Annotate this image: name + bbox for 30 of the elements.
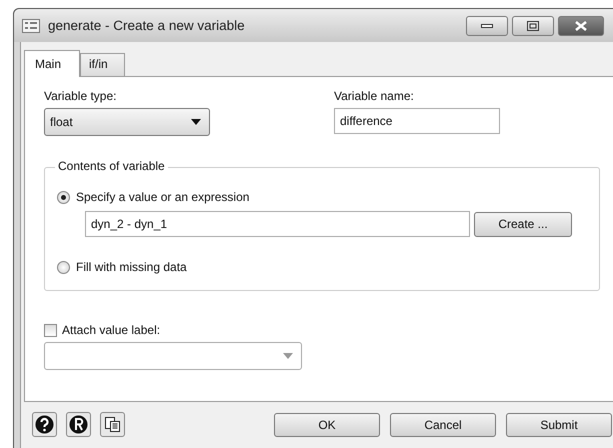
- window-title: generate - Create a new variable: [48, 18, 245, 33]
- close-button[interactable]: [558, 16, 604, 36]
- form-icon: [22, 18, 40, 32]
- group-title: Contents of variable: [55, 159, 168, 173]
- expression-field[interactable]: dyn_2 - dyn_1: [85, 211, 470, 237]
- tab[interactable]: Main: [24, 50, 80, 77]
- field-label: Variable type:: [44, 89, 118, 103]
- radio-label: Fill with missing data: [76, 260, 187, 274]
- maximize-button[interactable]: [512, 16, 554, 36]
- minimize-button[interactable]: [466, 16, 508, 36]
- dialog-button[interactable]: OK: [274, 412, 380, 436]
- minimize-icon: [481, 24, 493, 28]
- caret-icon: [283, 353, 293, 359]
- radio-label: Specify a value or an expression: [76, 190, 250, 204]
- dialog-button[interactable]: Cancel: [390, 412, 496, 436]
- copy-icon[interactable]: [100, 412, 125, 437]
- radio-button[interactable]: [57, 260, 70, 274]
- close-icon: [575, 20, 587, 30]
- variable-type-dropdown[interactable]: float: [44, 108, 210, 136]
- create-button[interactable]: Create ...: [474, 212, 572, 236]
- reset-icon[interactable]: [66, 412, 91, 437]
- caret-icon: [191, 119, 201, 125]
- variable-name-field[interactable]: difference: [334, 108, 500, 134]
- radio-button[interactable]: [57, 190, 70, 204]
- maximize-icon: [527, 20, 539, 30]
- help-icon[interactable]: [32, 412, 57, 437]
- tab[interactable]: if/in: [80, 53, 125, 76]
- dialog-button[interactable]: Submit: [506, 412, 612, 436]
- checkbox-label: Attach value label:: [62, 323, 160, 337]
- field-label: Variable name:: [334, 89, 415, 103]
